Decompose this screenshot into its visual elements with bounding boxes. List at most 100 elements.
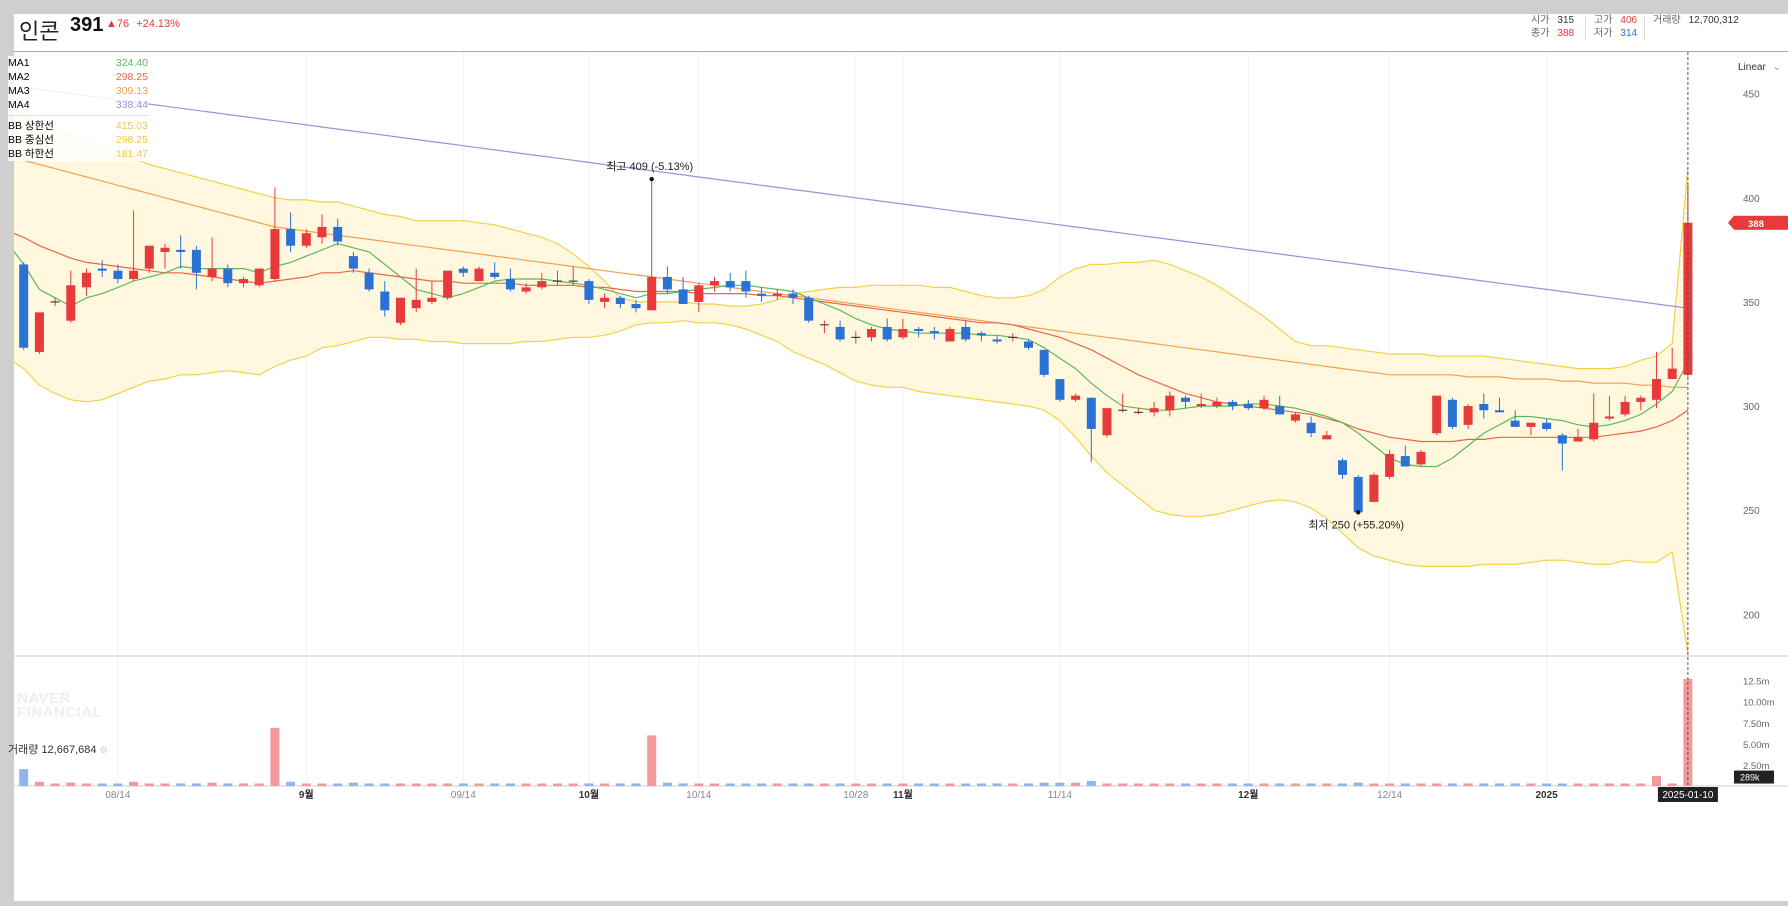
candle-body [160, 247, 170, 252]
candle-body [1463, 406, 1473, 425]
volume-tick-label: 7.50m [1743, 719, 1769, 730]
volume-bar [160, 783, 170, 786]
volume-bar [396, 783, 405, 786]
legend-label: MA3 [8, 85, 30, 97]
volume-bar [537, 783, 547, 786]
chart-area[interactable]: 최고 409 (-5.13%) 최저 250 (+55.20%) 200 250 300… [3, 52, 1788, 901]
volume-bar [835, 783, 845, 786]
candle-body [396, 297, 405, 323]
candle-body [129, 270, 139, 280]
candle-body [19, 264, 29, 348]
candle-body [1071, 395, 1081, 400]
candle-body [710, 281, 719, 286]
scale-mode-dropdown[interactable]: Linear ⌄ [1738, 62, 1781, 73]
candle-body [1228, 401, 1238, 407]
legend-label: BB 하한선 [8, 148, 54, 160]
candle-body [1604, 416, 1614, 419]
volume-bar [191, 783, 201, 786]
volume-bar [788, 783, 798, 786]
volume-bar [286, 781, 296, 786]
volume-bar [34, 781, 44, 786]
legend-row-ma2: MA2 298.25 [8, 70, 148, 84]
volume-bar [1055, 782, 1065, 786]
x-tick-label: 11월 [893, 789, 913, 801]
volume-bar [1589, 783, 1599, 786]
candle-body [662, 276, 672, 290]
candle-body [1212, 401, 1222, 407]
volume-bar [1243, 783, 1253, 786]
candle-body [333, 226, 343, 242]
y-tick-label: 450 [1743, 90, 1760, 101]
volume-bar [929, 783, 939, 786]
volume-bar [1071, 782, 1081, 786]
candle-body [1102, 408, 1112, 436]
candle-body [1542, 422, 1552, 429]
candle-body [647, 276, 657, 311]
candle-body [317, 226, 327, 238]
candle-body [458, 268, 468, 273]
candle-body [66, 285, 76, 321]
volume-bar [1024, 783, 1033, 786]
candle-body [537, 281, 547, 288]
candle-body [364, 272, 374, 290]
candle-body [741, 281, 751, 292]
volume-bar [1557, 783, 1567, 786]
low-marker-dot [1356, 510, 1361, 515]
volume-bar [239, 783, 248, 786]
candle-body [1259, 399, 1269, 409]
volume-bar [1149, 783, 1159, 786]
legend-value: 181.47 [115, 148, 148, 160]
volume-bar [882, 783, 892, 786]
volume-bar [1275, 783, 1285, 786]
volume-bar [1400, 783, 1410, 786]
candle-body [631, 304, 641, 309]
candle-body [1495, 410, 1504, 413]
candle-body [301, 233, 311, 246]
legend-row-ma3: MA3 309.13 [8, 84, 148, 98]
candle-body [286, 229, 296, 246]
candle-body [961, 326, 971, 340]
volume-bar [851, 783, 861, 786]
candle-body [191, 249, 201, 273]
candle-body [176, 249, 186, 252]
legend-label: MA1 [8, 57, 30, 69]
candle-body [1667, 368, 1677, 379]
volume-bar [19, 769, 29, 786]
volume-bar [1118, 783, 1128, 786]
candle-body [1353, 476, 1363, 513]
volume-bar [662, 782, 672, 786]
volume-bar [1447, 783, 1457, 786]
open-label: 시가 [1531, 15, 1550, 26]
volume-bar [1526, 783, 1536, 786]
candle-body [144, 245, 154, 269]
candle-body [1369, 474, 1379, 502]
volume-bar [710, 783, 719, 786]
legend-value: 338.44 [115, 99, 148, 111]
close-label: 종가 [1531, 28, 1550, 39]
candle-body [113, 270, 123, 280]
x-tick-label: 12/14 [1377, 790, 1402, 801]
volume-bar [1510, 783, 1520, 786]
candle-body [207, 268, 217, 277]
volume-bar [1196, 783, 1206, 786]
volume-bar [1463, 783, 1473, 786]
watermark-line-2: FINANCIAL [17, 704, 103, 721]
legend-value: 298.25 [115, 134, 148, 146]
candlestick-chart-svg[interactable]: 최고 409 (-5.13%) 최저 250 (+55.20%) 200 250 300… [3, 52, 1788, 901]
volume-bar [631, 783, 641, 786]
candle-body [976, 333, 986, 336]
volume-bar [129, 781, 139, 786]
current-price-tag-arrow [1728, 215, 1734, 230]
candle-body [1275, 406, 1285, 415]
volume-bar [223, 783, 233, 786]
stock-header: 인콘 391 ▲76 +24.13% 시가 315 종가 388 고가 406 저가 3… [14, 14, 1788, 52]
volume-bar [1181, 783, 1190, 786]
candle-body [1243, 403, 1253, 409]
candle-body [882, 326, 892, 340]
volume-bar [1306, 783, 1316, 786]
candle-body [223, 268, 233, 284]
volume-bar [474, 783, 484, 786]
volume-settings-icon[interactable]: ⚙ [100, 745, 108, 755]
volume-bar [411, 783, 421, 786]
y-tick-label: 350 [1743, 298, 1760, 309]
